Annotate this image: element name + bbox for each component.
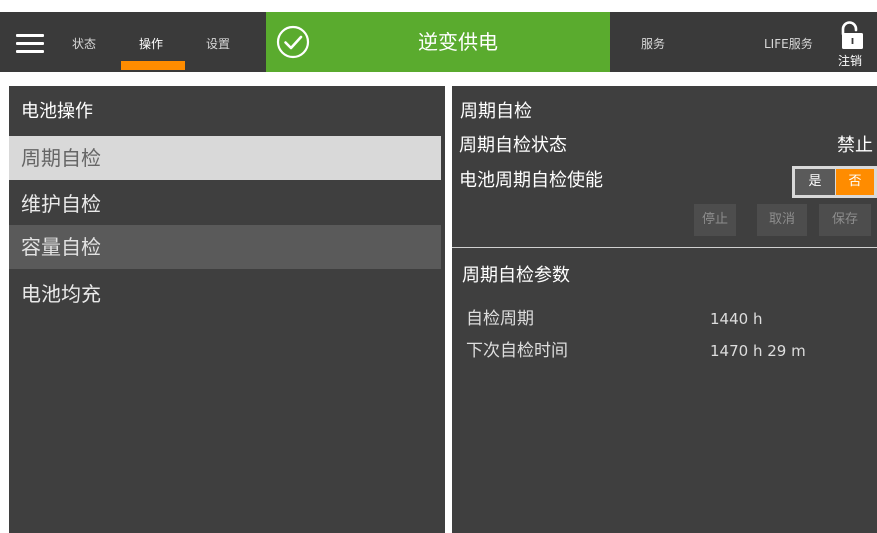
top-bar: 状态 操作 设置 逆变供电 服务 LIFE服务 注销: [0, 12, 877, 72]
system-status-text: 逆变供电: [418, 30, 498, 54]
menu-item-capacity-test[interactable]: 容量自检: [9, 225, 441, 269]
menu-item-maintenance-test[interactable]: 维护自检: [9, 182, 441, 226]
system-status-banner: 逆变供电: [266, 12, 610, 72]
menu-item-equalize-charge[interactable]: 电池均充: [9, 272, 441, 316]
tab-operation[interactable]: 操作: [139, 34, 163, 54]
save-button[interactable]: 保存: [819, 204, 871, 236]
params-title: 周期自检参数: [462, 265, 570, 286]
app-frame: 状态 操作 设置 逆变供电 服务 LIFE服务 注销 电池操作 周期自检 维护自…: [0, 0, 877, 533]
enable-row-label: 电池周期自检使能: [459, 170, 603, 191]
check-circle-icon: [276, 25, 310, 59]
param-label-period: 自检周期: [466, 309, 534, 329]
toggle-no-option[interactable]: 否: [836, 169, 874, 195]
toggle-yes-option[interactable]: 是: [795, 169, 835, 195]
status-row-label: 周期自检状态: [459, 135, 567, 156]
section-divider: [452, 247, 877, 248]
menu-item-periodic-test[interactable]: 周期自检: [9, 136, 441, 180]
stop-button[interactable]: 停止: [694, 204, 736, 236]
status-row-value: 禁止: [837, 135, 873, 156]
param-value-next-test: 1470 h 29 m: [710, 342, 806, 360]
tab-status[interactable]: 状态: [72, 34, 96, 54]
panel-title: 电池操作: [21, 101, 93, 122]
tab-settings[interactable]: 设置: [206, 34, 230, 54]
logout-label: 注销: [838, 54, 863, 68]
param-label-next-test: 下次自检时间: [466, 341, 568, 361]
battery-operation-panel: 电池操作 周期自检 维护自检 容量自检 电池均充: [9, 86, 445, 533]
param-value-period: 1440 h: [710, 310, 763, 328]
logout-button[interactable]: 注销: [836, 20, 876, 72]
active-tab-indicator: [121, 61, 185, 70]
enable-toggle[interactable]: 是 否: [792, 166, 877, 198]
section-title: 周期自检: [460, 101, 532, 122]
service-link[interactable]: 服务: [641, 34, 665, 54]
periodic-test-panel: 周期自检 周期自检状态 禁止 电池周期自检使能 是 否 停止 取消 保存 周期自…: [452, 86, 877, 533]
life-service-link[interactable]: LIFE服务: [764, 34, 813, 54]
cancel-button[interactable]: 取消: [757, 204, 807, 236]
unlock-icon: [841, 21, 863, 49]
menu-icon[interactable]: [16, 34, 44, 54]
